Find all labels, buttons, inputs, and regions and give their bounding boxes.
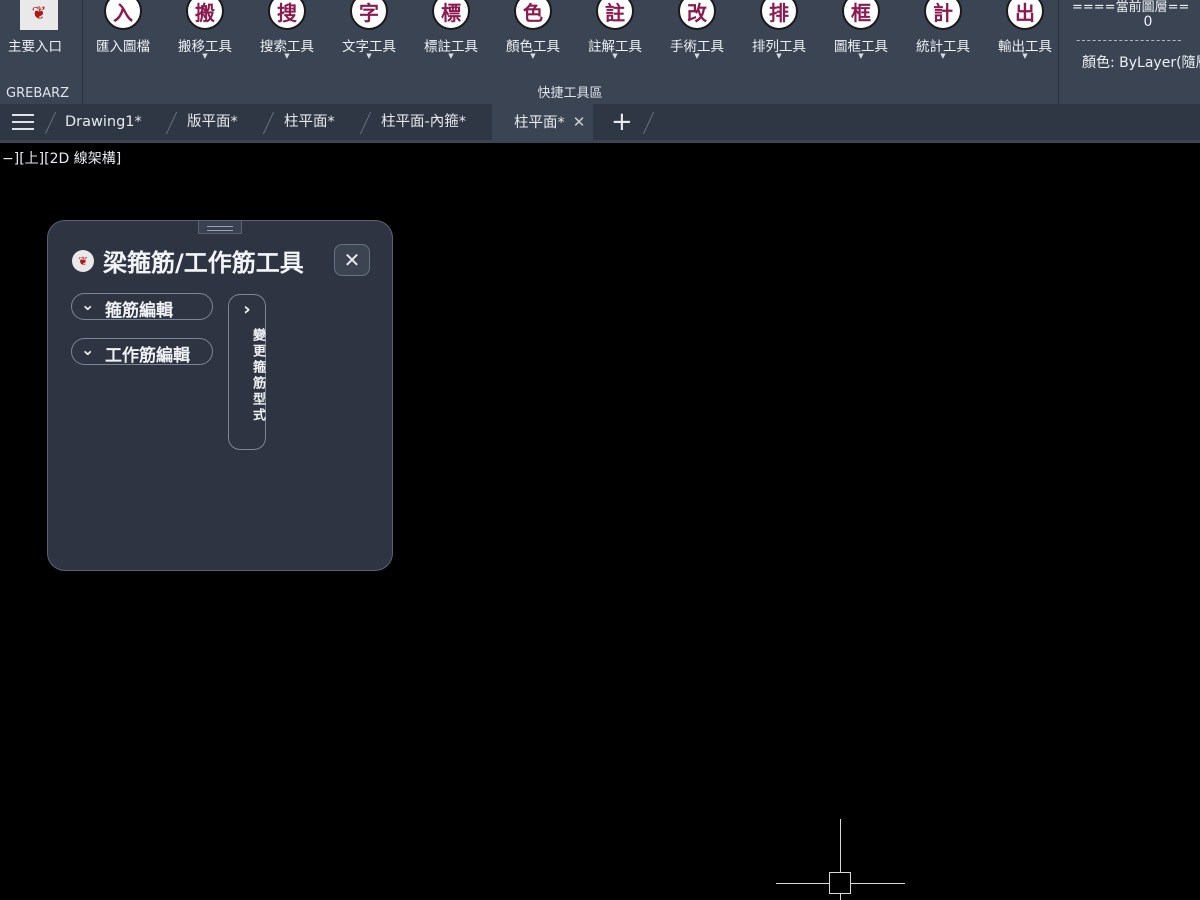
- ribbon-tool-button[interactable]: 標標註工具 ▼: [410, 0, 492, 72]
- tool-glyph-icon: 色: [514, 0, 552, 30]
- quick-tools-panel: 入匯入圖檔搬搬移工具 ▼ 搜搜索工具 ▼ 字文字工具 ▼ 標標註工具 ▼ 色顏色工具 ▼ 註註解工具…: [82, 0, 1059, 104]
- ribbon-tool-button[interactable]: 排排列工具 ▼: [738, 0, 820, 72]
- active-tab-label: 柱平面*: [514, 115, 565, 131]
- palette-close-button[interactable]: ✕: [334, 244, 370, 276]
- crosshair-pickbox: [829, 872, 851, 894]
- grebarz-logo-icon: ❦: [20, 0, 58, 30]
- tab-divider: [262, 112, 275, 134]
- ribbon-tool-button[interactable]: 字文字工具 ▼: [328, 0, 410, 72]
- tool-glyph-icon: 改: [678, 0, 716, 30]
- stirrup-edit-section[interactable]: ⌄ 箍筋編輯: [71, 293, 213, 321]
- file-tab-bar: Drawing1* 版平面* 柱平面* 柱平面-內箍* 柱平面* ✕ +: [0, 104, 1200, 140]
- tab-drawing1[interactable]: Drawing1*: [65, 104, 142, 140]
- stirrup-edit-label: 箍筋編輯: [105, 301, 173, 321]
- ribbon-tool-button[interactable]: 搬搬移工具 ▼: [164, 0, 246, 72]
- tool-glyph-icon: 字: [350, 0, 388, 30]
- tool-label: 匯入圖檔: [96, 39, 150, 55]
- layer-color-value[interactable]: 顏色: ByLayer(隨層: [1082, 52, 1200, 72]
- tool-glyph-icon: 標: [432, 0, 470, 30]
- dropdown-caret-icon[interactable]: ▼: [328, 52, 410, 60]
- tab-column-plan-inner-stirrup[interactable]: 柱平面-內箍*: [381, 104, 466, 140]
- current-layer-header: ====當前圖層==: [1072, 0, 1190, 15]
- tab-divider: [359, 112, 372, 134]
- main-entry-label: 主要入口: [8, 39, 62, 55]
- dropdown-caret-icon[interactable]: ▼: [820, 52, 902, 60]
- change-stirrup-type-label: 變更箍筋型式: [250, 328, 265, 424]
- palette-title: 梁箍筋/工作筋工具: [103, 249, 304, 277]
- ribbon-tool-button[interactable]: 改手術工具 ▼: [656, 0, 738, 72]
- palette-logo-icon: ❦: [72, 250, 94, 272]
- current-layer-panel: ====當前圖層== 0 -------------------- 顏色: By…: [1058, 0, 1200, 104]
- chevron-down-icon: ⌄: [81, 340, 95, 359]
- tab-slab-plan[interactable]: 版平面*: [187, 104, 238, 140]
- ribbon-tool-button[interactable]: 色顏色工具 ▼: [492, 0, 574, 72]
- grebarz-section-label: GREBARZ: [6, 86, 70, 101]
- tool-glyph-icon: 搜: [268, 0, 306, 30]
- ribbon-tool-button[interactable]: 出輸出工具 ▼: [984, 0, 1066, 72]
- ribbon-tool-button[interactable]: 搜搜索工具 ▼: [246, 0, 328, 72]
- layer-divider: --------------------: [1076, 33, 1183, 47]
- beam-stirrup-tool-palette: ❦ 梁箍筋/工作筋工具 ✕ ⌄ 箍筋編輯 ⌄ 工作筋編輯 › 變更箍筋型式: [47, 220, 393, 571]
- ribbon-tool-button[interactable]: 框圖框工具 ▼: [820, 0, 902, 72]
- grebarz-panel: ❦ 主要入口 GREBARZ: [0, 0, 83, 104]
- hamburger-menu-icon[interactable]: [12, 114, 34, 130]
- tab-column-plan-active[interactable]: 柱平面* ✕: [492, 104, 594, 140]
- new-tab-icon[interactable]: +: [611, 108, 633, 136]
- ribbon: ❦ 主要入口 GREBARZ 入匯入圖檔搬搬移工具 ▼ 搜搜索工具 ▼ 字文字工具 ▼ 標標…: [0, 0, 1200, 104]
- dropdown-caret-icon[interactable]: ▼: [164, 52, 246, 60]
- working-bar-edit-label: 工作筋編輯: [105, 346, 190, 366]
- tool-glyph-icon: 出: [1006, 0, 1044, 30]
- main-entry-button[interactable]: ❦ 主要入口: [0, 0, 82, 72]
- tab-divider: [642, 112, 655, 134]
- tab-divider: [165, 112, 178, 134]
- dropdown-caret-icon[interactable]: ▼: [738, 52, 820, 60]
- chevron-down-icon: ⌄: [81, 295, 95, 314]
- palette-drag-handle[interactable]: [198, 220, 242, 234]
- viewport-controls-label[interactable]: −][上][2D 線架構]: [2, 148, 121, 168]
- tool-glyph-icon: 排: [760, 0, 798, 30]
- ribbon-tool-button[interactable]: 計統計工具 ▼: [902, 0, 984, 72]
- tool-glyph-icon: 框: [842, 0, 880, 30]
- tool-glyph-icon: 入: [104, 0, 142, 30]
- dropdown-caret-icon[interactable]: ▼: [984, 52, 1066, 60]
- tool-glyph-icon: 搬: [186, 0, 224, 30]
- dropdown-caret-icon[interactable]: ▼: [492, 52, 574, 60]
- tab-column-plan[interactable]: 柱平面*: [284, 104, 335, 140]
- current-layer-name[interactable]: 0: [1058, 14, 1200, 30]
- dropdown-caret-icon[interactable]: ▼: [574, 52, 656, 60]
- ribbon-tool-button[interactable]: 註註解工具 ▼: [574, 0, 656, 72]
- close-tab-icon[interactable]: ✕: [573, 104, 586, 140]
- tool-glyph-icon: 計: [924, 0, 962, 30]
- chevron-right-icon: ›: [243, 299, 251, 320]
- tab-divider: [44, 112, 57, 134]
- change-stirrup-type-button[interactable]: › 變更箍筋型式: [228, 294, 266, 450]
- dropdown-caret-icon[interactable]: ▼: [410, 52, 492, 60]
- dropdown-caret-icon[interactable]: ▼: [902, 52, 984, 60]
- dropdown-caret-icon[interactable]: ▼: [656, 52, 738, 60]
- ribbon-tool-button[interactable]: 入匯入圖檔: [82, 0, 164, 72]
- dropdown-caret-icon[interactable]: ▼: [246, 52, 328, 60]
- working-bar-edit-section[interactable]: ⌄ 工作筋編輯: [71, 338, 213, 366]
- tool-glyph-icon: 註: [596, 0, 634, 30]
- quick-tools-section-label: 快捷工具區: [537, 86, 603, 101]
